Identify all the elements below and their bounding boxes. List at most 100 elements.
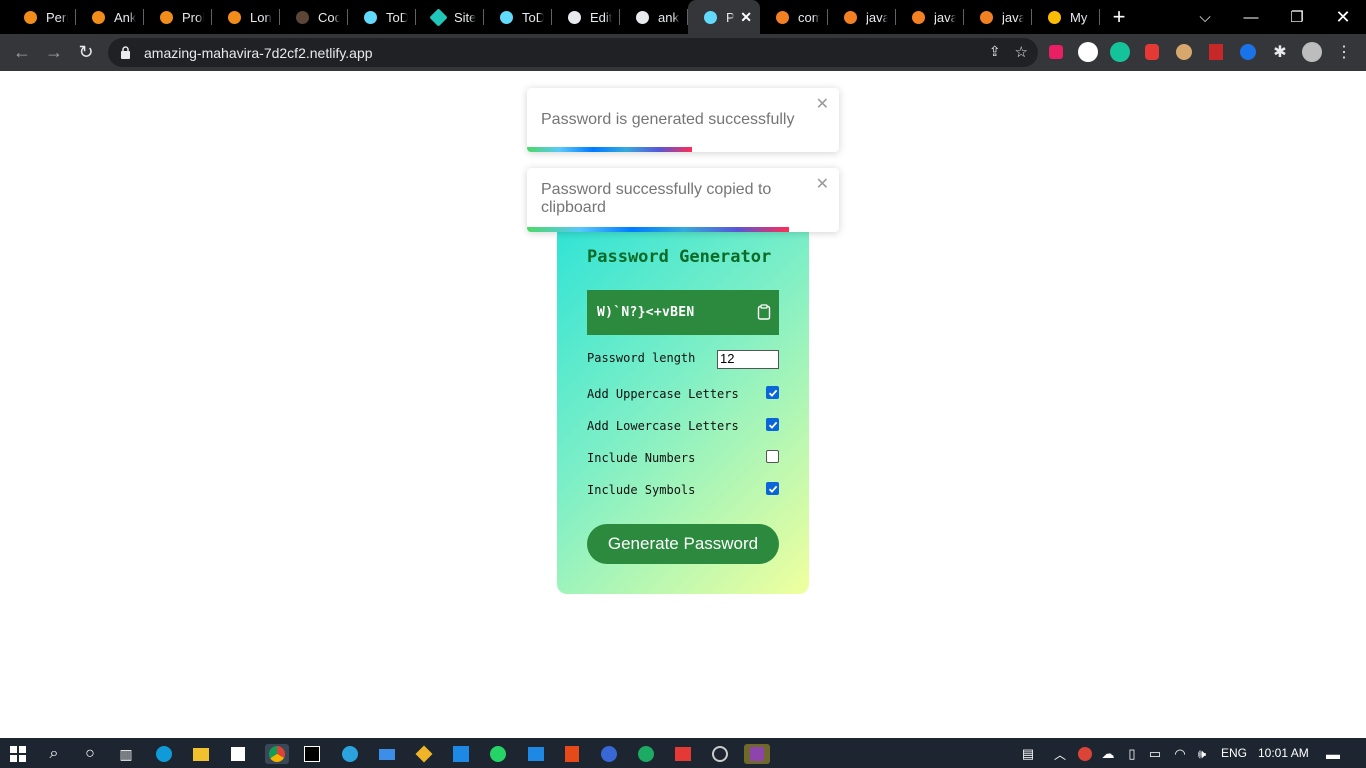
app-icon[interactable] [526, 744, 546, 764]
app-icon[interactable] [636, 744, 656, 764]
browser-tab[interactable]: Editir [552, 0, 620, 34]
extensions-puzzle-icon[interactable]: ✱ [1269, 41, 1291, 63]
stackoverflow-icon [842, 9, 858, 25]
extension-icon[interactable] [1077, 41, 1099, 63]
anydesk-icon[interactable] [673, 744, 693, 764]
wifi-icon[interactable]: ◠ [1170, 744, 1190, 764]
tray-chevron-up-icon[interactable]: ︿ [1050, 744, 1070, 764]
browser-tab[interactable]: Anku [76, 0, 144, 34]
windows-start-icon[interactable] [8, 744, 28, 764]
browser-tab[interactable]: java [896, 0, 964, 34]
minimize-button[interactable]: — [1236, 0, 1266, 34]
extension-icon[interactable] [1045, 41, 1067, 63]
lowercase-label: Add Lowercase Letters [587, 419, 739, 433]
browser-tab[interactable]: anku [620, 0, 688, 34]
password-length-label: Password length [587, 351, 696, 365]
browser-tab[interactable]: Code [280, 0, 348, 34]
share-icon[interactable]: ⇪ [989, 43, 1001, 61]
news-widget-icon[interactable]: ▤ [1018, 744, 1038, 764]
volume-icon[interactable]: 🕪 [1192, 744, 1212, 764]
restore-button[interactable]: ❐ [1282, 0, 1312, 34]
tab-title: Editir [590, 9, 612, 25]
tab-title: anku [658, 9, 680, 25]
browser-tab[interactable]: Probl [144, 0, 212, 34]
language-indicator[interactable]: ENG [1221, 746, 1247, 760]
store-icon[interactable] [228, 744, 248, 764]
clipboard-icon[interactable] [757, 304, 771, 320]
intellij-icon[interactable] [302, 744, 322, 764]
new-tab-button[interactable]: + [1104, 0, 1134, 34]
forward-button[interactable]: → [38, 37, 70, 69]
close-tab-icon[interactable]: ✕ [734, 9, 752, 26]
browser-tab[interactable]: Site c [416, 0, 484, 34]
uppercase-label: Add Uppercase Letters [587, 387, 739, 401]
browser-tab[interactable]: My D [1032, 0, 1100, 34]
vscode-icon[interactable] [451, 744, 471, 764]
close-window-button[interactable]: ✕ [1328, 0, 1358, 34]
battery-icon[interactable]: ▭ [1145, 744, 1165, 764]
search-icon[interactable]: ⌕ [44, 744, 64, 764]
toast-notification: Password successfully copied to clipboar… [527, 168, 839, 232]
windows-taskbar: ⌕ ○ ▥ ▤ ︿ ☁ ▯ ▭ ◠ 🕪 ENG 10:01 AM ▬ [0, 738, 1366, 768]
stackoverflow-icon [978, 9, 994, 25]
extension-icon[interactable] [1141, 41, 1163, 63]
extension-icon[interactable] [1173, 41, 1195, 63]
password-display: W)`N?}<+vBEN [587, 290, 779, 335]
git-icon[interactable] [414, 744, 434, 764]
reload-button[interactable]: ↻ [70, 37, 102, 69]
checkmark-icon [768, 389, 777, 397]
task-view-icon[interactable]: ▥ [116, 744, 136, 764]
browser-tab[interactable]: ToDo [484, 0, 552, 34]
symbols-checkbox[interactable] [766, 482, 779, 495]
generate-password-button[interactable]: Generate Password [587, 524, 779, 564]
cloud-icon[interactable]: ☁ [1098, 744, 1118, 764]
browser-tab[interactable]: java [828, 0, 896, 34]
uppercase-checkbox[interactable] [766, 386, 779, 399]
back-button[interactable]: ← [6, 37, 38, 69]
bookmark-star-icon[interactable]: ☆ [1015, 43, 1028, 61]
extension-icon[interactable] [1205, 41, 1227, 63]
react-icon [362, 9, 378, 25]
checkmark-icon [768, 485, 777, 493]
clock[interactable]: 10:01 AM [1258, 746, 1309, 760]
chrome-tray-icon[interactable] [1075, 744, 1095, 764]
browser-tab[interactable]: Perm [8, 0, 76, 34]
app-icon[interactable] [744, 744, 770, 764]
chrome-icon[interactable] [265, 744, 289, 764]
google-drive-icon [1046, 9, 1062, 25]
edge-icon[interactable] [154, 744, 174, 764]
browser-tab[interactable]: Pa✕ [688, 0, 760, 34]
toast-progress-bar [527, 227, 790, 232]
whatsapp-icon[interactable] [488, 744, 508, 764]
telegram-icon[interactable] [340, 744, 360, 764]
browser-tab[interactable]: comp [760, 0, 828, 34]
browser-tab[interactable]: Long [212, 0, 280, 34]
obs-icon[interactable] [710, 744, 730, 764]
browser-tab-strip: Perm Anku Probl Long Code ToDo Site c ToDo Editi… [0, 0, 1366, 34]
close-icon[interactable]: ✕ [816, 94, 829, 114]
file-explorer-icon[interactable] [191, 744, 211, 764]
toast-notification: Password is generated successfully ✕ [527, 88, 839, 152]
password-length-input[interactable]: 12 [717, 350, 779, 369]
browser-tab[interactable]: java [964, 0, 1032, 34]
codeforces-icon [158, 9, 174, 25]
cortana-icon[interactable]: ○ [80, 744, 100, 764]
browser-tab[interactable]: ToDo [348, 0, 416, 34]
lowercase-checkbox[interactable] [766, 418, 779, 431]
app-icon[interactable] [599, 744, 619, 764]
app-tray-icon[interactable]: ▯ [1122, 744, 1142, 764]
address-bar[interactable]: amazing-mahavira-7d2cf2.netlify.app ⇪ ☆ [108, 38, 1038, 67]
office-icon[interactable] [562, 744, 582, 764]
notification-icon[interactable]: ▬ [1323, 744, 1343, 764]
tab-search-icon[interactable]: ⌵ [1190, 0, 1220, 34]
codechef-icon [294, 9, 310, 25]
tab-title: java [866, 9, 888, 25]
grammarly-icon[interactable] [1109, 41, 1131, 63]
numbers-checkbox[interactable] [766, 450, 779, 463]
profile-avatar[interactable] [1301, 41, 1323, 63]
close-icon[interactable]: ✕ [816, 174, 829, 194]
menu-kebab-icon[interactable]: ⋮ [1333, 41, 1355, 63]
extension-icon[interactable] [1237, 41, 1259, 63]
tab-title: ToDo [386, 9, 408, 25]
mail-icon[interactable] [377, 744, 397, 764]
